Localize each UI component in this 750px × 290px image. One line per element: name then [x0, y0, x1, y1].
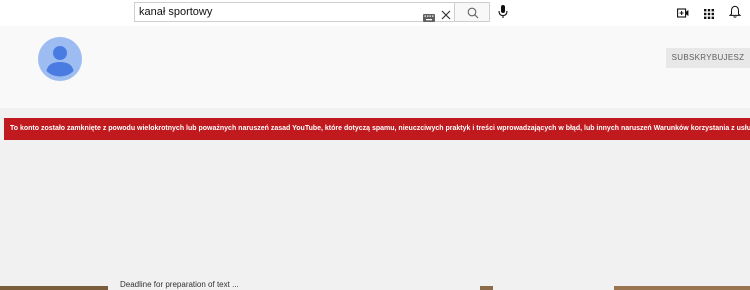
- bell-icon[interactable]: [728, 5, 742, 23]
- video-thumbnail[interactable]: [0, 286, 108, 290]
- microphone-icon[interactable]: [497, 4, 509, 20]
- subscribe-button[interactable]: SUBSKRYBUJESZ: [666, 48, 750, 68]
- search-button[interactable]: [454, 2, 490, 22]
- video-thumbnail[interactable]: [614, 286, 750, 290]
- close-icon[interactable]: [441, 7, 451, 20]
- partial-video-text: Deadline for preparation of text ...: [120, 280, 239, 289]
- create-video-icon[interactable]: [677, 6, 689, 24]
- partial-content-strip: Deadline for preparation of text ...: [0, 280, 750, 290]
- search-box[interactable]: kanał sportowy: [134, 2, 454, 22]
- search-input[interactable]: kanał sportowy: [139, 6, 212, 19]
- keyboard-icon[interactable]: [423, 9, 435, 22]
- page: kanał sportowy SUBSKRYBUJESZ To konto zo…: [0, 0, 750, 290]
- avatar[interactable]: [38, 37, 82, 81]
- channel-header: SUBSKRYBUJESZ: [0, 26, 750, 108]
- apps-grid-icon[interactable]: [704, 6, 714, 24]
- account-terminated-banner: To konto zostało zamknięte z powodu wiel…: [4, 118, 750, 140]
- search-icon: [467, 7, 479, 19]
- banner-message: To konto zostało zamknięte z powodu wiel…: [10, 125, 750, 132]
- video-thumbnail[interactable]: [480, 286, 493, 290]
- top-bar: kanał sportowy: [0, 0, 750, 26]
